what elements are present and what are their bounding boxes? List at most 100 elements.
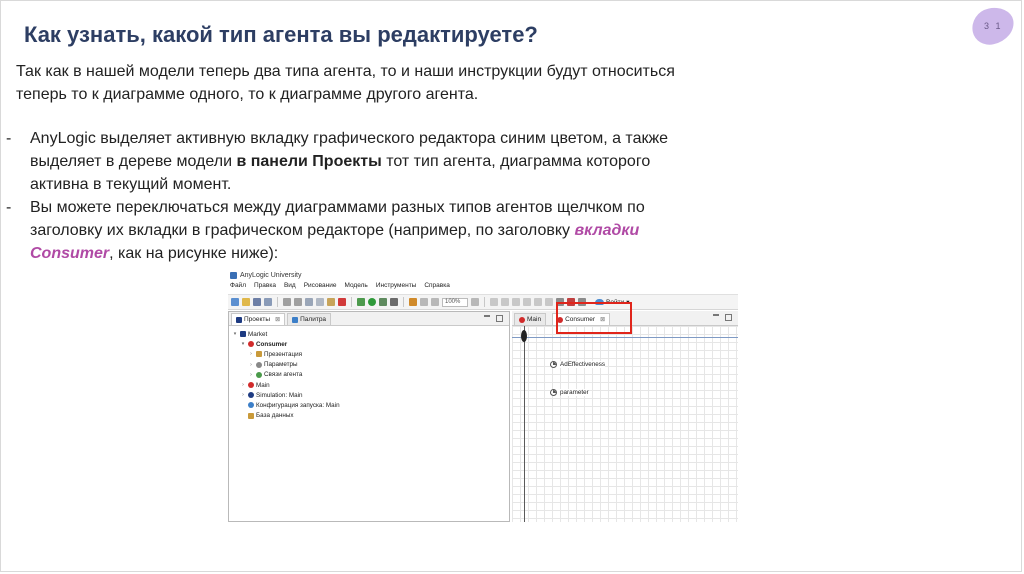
- zoom-dropdown-icon[interactable]: [471, 298, 479, 306]
- canvas-axis-horizontal: [512, 337, 738, 338]
- save-icon[interactable]: [253, 298, 261, 306]
- tree-toggle[interactable]: ›: [248, 351, 254, 357]
- parameter-icon: [550, 361, 557, 368]
- build-icon[interactable]: [357, 298, 365, 306]
- bullet-item: - AnyLogic выделяет активную вкладку гра…: [6, 127, 706, 196]
- intro-paragraph: Так как в нашей модели теперь два типа а…: [16, 63, 675, 103]
- menu-item-model[interactable]: Модель: [344, 282, 367, 293]
- editor-controls: [713, 314, 732, 321]
- database-icon: [248, 412, 254, 419]
- projects-panel: Проекты ⊠ Палитра ▾ Market ▾ Consumer › …: [228, 311, 510, 522]
- agent-type-icon: [519, 316, 525, 323]
- app-title: AnyLogic University: [240, 272, 302, 279]
- bullet-item: - Вы можете переключаться между диаграмм…: [6, 196, 706, 265]
- delete-icon[interactable]: [338, 298, 346, 306]
- agent-links-icon: [256, 371, 262, 378]
- bullet-text: , как на рисунке ниже):: [109, 245, 279, 262]
- align-center-icon[interactable]: [501, 298, 509, 306]
- menu-item-draw[interactable]: Рисование: [304, 282, 337, 293]
- tree-item-database[interactable]: База данных: [232, 411, 509, 421]
- open-icon[interactable]: [242, 298, 250, 306]
- align-right-icon[interactable]: [512, 298, 520, 306]
- tree-toggle[interactable]: ›: [248, 372, 254, 378]
- new-icon[interactable]: [231, 298, 239, 306]
- tree-toggle[interactable]: ▾: [232, 331, 238, 337]
- menu-item-tools[interactable]: Инструменты: [376, 282, 417, 293]
- toolbar-divider: [403, 297, 404, 307]
- zoom-level-field[interactable]: 100%: [442, 297, 468, 307]
- parameter-adeffectiveness[interactable]: AdEffectiveness: [550, 361, 606, 368]
- tree-item-consumer[interactable]: ▾ Consumer: [232, 339, 509, 349]
- maximize-icon[interactable]: [725, 314, 732, 321]
- parameters-icon: [256, 361, 262, 368]
- run-config-icon: [248, 402, 254, 409]
- run-icon[interactable]: [368, 298, 376, 306]
- zoom-out-icon[interactable]: [431, 298, 439, 306]
- tree-item-label: Market: [248, 330, 268, 338]
- minimize-icon[interactable]: [713, 314, 719, 316]
- graphical-editor: Main Consumer ⊠ AdEffectiveness paramete…: [512, 311, 738, 522]
- tree-item-label: Параметры: [264, 361, 298, 369]
- tree-toggle[interactable]: ›: [240, 392, 246, 398]
- zoom-area-icon[interactable]: [420, 298, 428, 306]
- tree-item-main[interactable]: › Main: [232, 380, 509, 390]
- tree-toggle[interactable]: ▾: [240, 341, 246, 347]
- tree-item-label: База данных: [256, 412, 294, 420]
- agent-type-icon: [248, 382, 254, 389]
- tree-item-run-config[interactable]: Конфигурация запуска: Main: [232, 400, 509, 410]
- tree-item-presentation[interactable]: › Презентация: [232, 349, 509, 359]
- tree-toggle[interactable]: ›: [240, 382, 246, 388]
- model-icon: [240, 331, 246, 338]
- copy-icon[interactable]: [316, 298, 324, 306]
- maximize-icon[interactable]: [496, 315, 503, 322]
- projects-panel-tabs: Проекты ⊠ Палитра: [229, 312, 509, 326]
- tab-label: Палитра: [300, 316, 327, 323]
- tree-item-simulation[interactable]: › Simulation: Main: [232, 390, 509, 400]
- tree-item-label: Конфигурация запуска: Main: [256, 401, 340, 409]
- redo-icon[interactable]: [294, 298, 302, 306]
- tree-item-parameters[interactable]: › Параметры: [232, 360, 509, 370]
- minimize-icon[interactable]: [484, 315, 490, 317]
- consumer-tab-highlight: [556, 302, 632, 334]
- menu-item-help[interactable]: Справка: [424, 282, 450, 293]
- slide-title: Как узнать, какой тип агента вы редактир…: [24, 22, 538, 47]
- page-number: 3 1: [983, 21, 1003, 32]
- tree-item-market[interactable]: ▾ Market: [232, 329, 509, 339]
- stop-icon[interactable]: [390, 298, 398, 306]
- menu-item-file[interactable]: Файл: [230, 282, 246, 293]
- bullet-dash: -: [6, 130, 12, 147]
- align-bottom-icon[interactable]: [534, 298, 542, 306]
- tab-main[interactable]: Main: [514, 313, 547, 325]
- tree-item-label: Связи агента: [264, 371, 303, 379]
- paste-icon[interactable]: [327, 298, 335, 306]
- app-titlebar: AnyLogic University: [230, 270, 301, 281]
- tree-item-label: Main: [256, 381, 270, 389]
- save-all-icon[interactable]: [264, 298, 272, 306]
- tab-projects[interactable]: Проекты ⊠: [231, 313, 286, 325]
- panel-controls: [484, 315, 503, 322]
- debug-icon[interactable]: [379, 298, 387, 306]
- close-icon[interactable]: ⊠: [275, 316, 280, 323]
- tree-toggle[interactable]: ›: [248, 362, 254, 368]
- align-top-icon[interactable]: [523, 298, 531, 306]
- tree-item-label: Consumer: [256, 340, 288, 348]
- cut-icon[interactable]: [305, 298, 313, 306]
- tab-palette[interactable]: Палитра: [287, 313, 332, 325]
- agent-type-icon: [248, 341, 254, 348]
- diagram-canvas[interactable]: AdEffectiveness parameter: [512, 326, 738, 522]
- undo-icon[interactable]: [283, 298, 291, 306]
- parameter-label: AdEffectiveness: [560, 361, 606, 368]
- canvas-axis-vertical: [524, 326, 525, 522]
- tree-item-agent-links[interactable]: › Связи агента: [232, 370, 509, 380]
- menu-item-view[interactable]: Вид: [284, 282, 296, 293]
- pencil-icon[interactable]: [409, 298, 417, 306]
- bullet-text: Вы можете переключаться между диаграммам…: [30, 199, 645, 239]
- menu-bar: Файл Правка Вид Рисование Модель Инструм…: [228, 282, 738, 293]
- distribute-icon[interactable]: [545, 298, 553, 306]
- parameter-icon: [550, 389, 557, 396]
- menu-item-edit[interactable]: Правка: [254, 282, 276, 293]
- tree-item-label: Simulation: Main: [256, 391, 303, 399]
- parameter-parameter[interactable]: parameter: [550, 389, 589, 396]
- tab-label: Проекты: [244, 316, 271, 323]
- align-left-icon[interactable]: [490, 298, 498, 306]
